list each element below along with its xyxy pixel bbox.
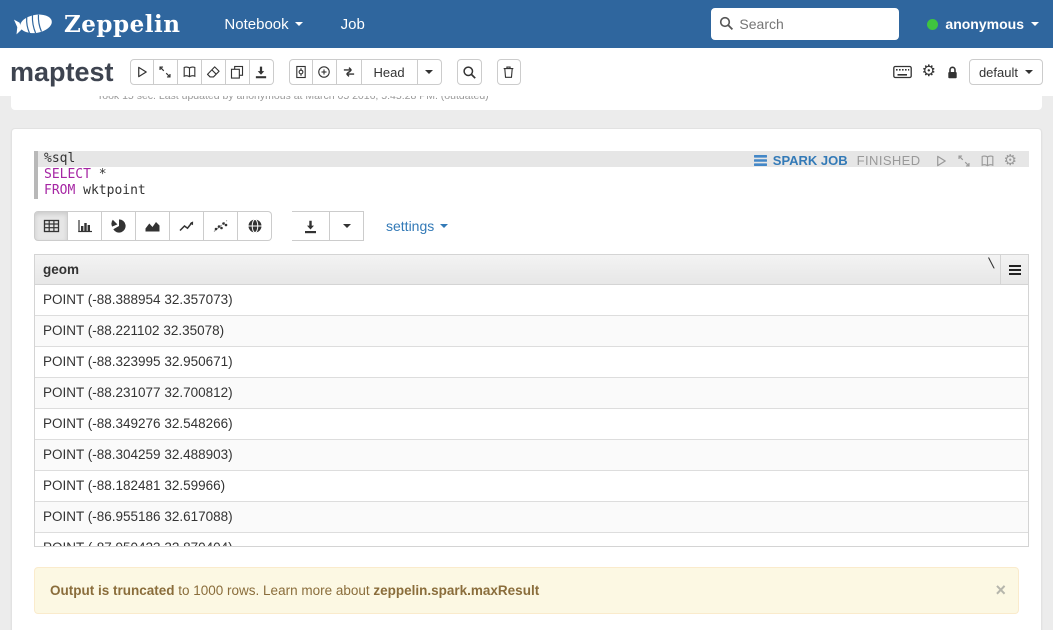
revision-group: Head [289,59,442,85]
truncation-warning-banner: Output is truncated to 1000 rows. Learn … [34,567,1019,614]
nav-notebook-label: Notebook [224,16,288,33]
scatter-chart-button[interactable] [204,211,238,241]
banner-property-name: zeppelin.spark.maxResult [373,583,539,598]
note-title: maptest [10,57,114,88]
code-line-select[interactable]: SELECT * [38,167,1029,183]
version-commit-icon-button[interactable] [289,59,313,85]
sql-text: wktpoint [75,183,145,198]
chart-type-group [34,211,272,241]
search-input[interactable] [711,8,899,40]
username: anonymous [945,16,1024,32]
chevron-down-icon [295,22,303,26]
paragraph-card: %sql SELECT * FROM wktpoint SPARK JOB FI… [11,128,1042,630]
revision-head-button[interactable]: Head [362,59,418,85]
download-data-button[interactable] [292,211,330,241]
paragraph-settings-gear-icon[interactable]: ⚙ [1004,153,1017,168]
sql-text: * [91,167,107,182]
column-label: geom [43,262,79,277]
search-icon [719,16,734,31]
table-row[interactable]: POINT (-88.182481 32.59966) [35,471,1028,502]
delete-note-button[interactable] [497,59,521,85]
sql-keyword: SELECT [44,167,91,182]
banner-text: to 1000 rows. Learn more about [175,583,374,598]
sql-keyword: FROM [44,183,75,198]
table-row[interactable]: POINT (-86.955186 32.617088) [35,502,1028,533]
interpreter-gear-icon[interactable]: ⚙ [922,64,936,80]
clear-output-button[interactable] [202,59,226,85]
zeppelin-brand[interactable]: Zeppelin [14,10,180,38]
search-code-button[interactable] [457,59,482,85]
table-row[interactable]: POINT (-88.304259 32.488903) [35,440,1028,471]
view-mode-dropdown[interactable]: default [969,59,1043,85]
table-body: POINT (-88.388954 32.357073)POINT (-88.2… [35,285,1028,547]
table-row[interactable]: POINT (-88.221102 32.35078) [35,316,1028,347]
chevron-down-icon [425,70,433,74]
pie-chart-button[interactable] [102,211,136,241]
compare-revisions-button[interactable] [337,59,362,85]
chevron-down-icon [1025,70,1033,74]
column-resize-handle-icon[interactable]: ╲ [989,258,994,269]
chevron-down-icon [1031,22,1039,26]
chevron-down-icon [440,224,448,228]
map-globe-button[interactable] [238,211,272,241]
run-paragraph-button[interactable] [934,154,948,168]
view-mode-label: default [979,65,1018,80]
collapse-code-button[interactable] [154,59,178,85]
download-group [292,211,364,241]
area-chart-button[interactable] [136,211,170,241]
table-view-button[interactable] [34,211,68,241]
visualization-toolbar: settings [34,211,1029,241]
chevron-down-icon [343,224,351,228]
permissions-lock-icon[interactable] [946,65,959,80]
spark-job-icon [753,154,768,167]
revision-dropdown-button[interactable] [418,59,442,85]
set-revision-button[interactable] [313,59,337,85]
grid-menu-button[interactable] [1000,255,1028,284]
nav-job[interactable]: Job [341,16,365,33]
revision-head-label: Head [373,65,404,80]
table-row[interactable]: POINT (-88.388954 32.357073) [35,285,1028,316]
download-options-button[interactable] [330,211,364,241]
nav-job-label: Job [341,16,365,33]
table-row[interactable]: POINT (-88.349276 32.548266) [35,409,1028,440]
search-box [711,8,899,40]
note-toolbar: maptest Head [0,48,1053,96]
column-header-geom[interactable]: geom ╲ [35,255,1000,284]
paragraph-controls: SPARK JOB FINISHED ⚙ [753,153,1017,168]
previous-paragraph-clipped: Took 15 sec. Last updated by anonymous a… [11,96,1042,110]
nav-notebook[interactable]: Notebook [224,16,302,33]
show-output-button[interactable] [178,59,202,85]
table-row[interactable]: POINT (-87.950423 32.870404) [35,533,1028,547]
top-navbar: Zeppelin Notebook Job anonymous [0,0,1053,48]
bar-chart-button[interactable] [68,211,102,241]
grid-header: geom ╲ [35,255,1028,285]
zeppelin-logo-icon [14,10,56,38]
export-note-button[interactable] [250,59,274,85]
note-actions-group [130,59,274,85]
brand-name: Zeppelin [64,11,180,38]
banner-bold-text: Output is truncated [50,583,175,598]
table-row[interactable]: POINT (-88.323995 32.950671) [35,347,1028,378]
user-menu[interactable]: anonymous [927,16,1039,32]
settings-label: settings [386,218,434,234]
spark-job-label: SPARK JOB [773,153,848,168]
toolbar-right: ⚙ default [893,48,1043,96]
keyboard-shortcuts-icon[interactable] [893,65,912,79]
run-all-button[interactable] [130,59,154,85]
close-icon[interactable]: × [995,581,1006,599]
settings-toggle[interactable]: settings [386,218,448,234]
hamburger-menu-icon [1008,264,1022,276]
online-status-icon [927,19,938,30]
code-line-from[interactable]: FROM wktpoint [38,183,1029,199]
paragraph-status: FINISHED [857,153,921,168]
result-grid: geom ╲ POINT (-88.388954 32.357073)POINT… [34,254,1029,547]
spark-job-link[interactable]: SPARK JOB [753,153,848,168]
collapse-paragraph-button[interactable] [957,154,971,168]
line-chart-button[interactable] [170,211,204,241]
clone-note-button[interactable] [226,59,250,85]
paragraph-status-line: Took 15 sec. Last updated by anonymous a… [97,96,489,102]
show-editor-button[interactable] [980,154,995,168]
table-row[interactable]: POINT (-88.231077 32.700812) [35,378,1028,409]
